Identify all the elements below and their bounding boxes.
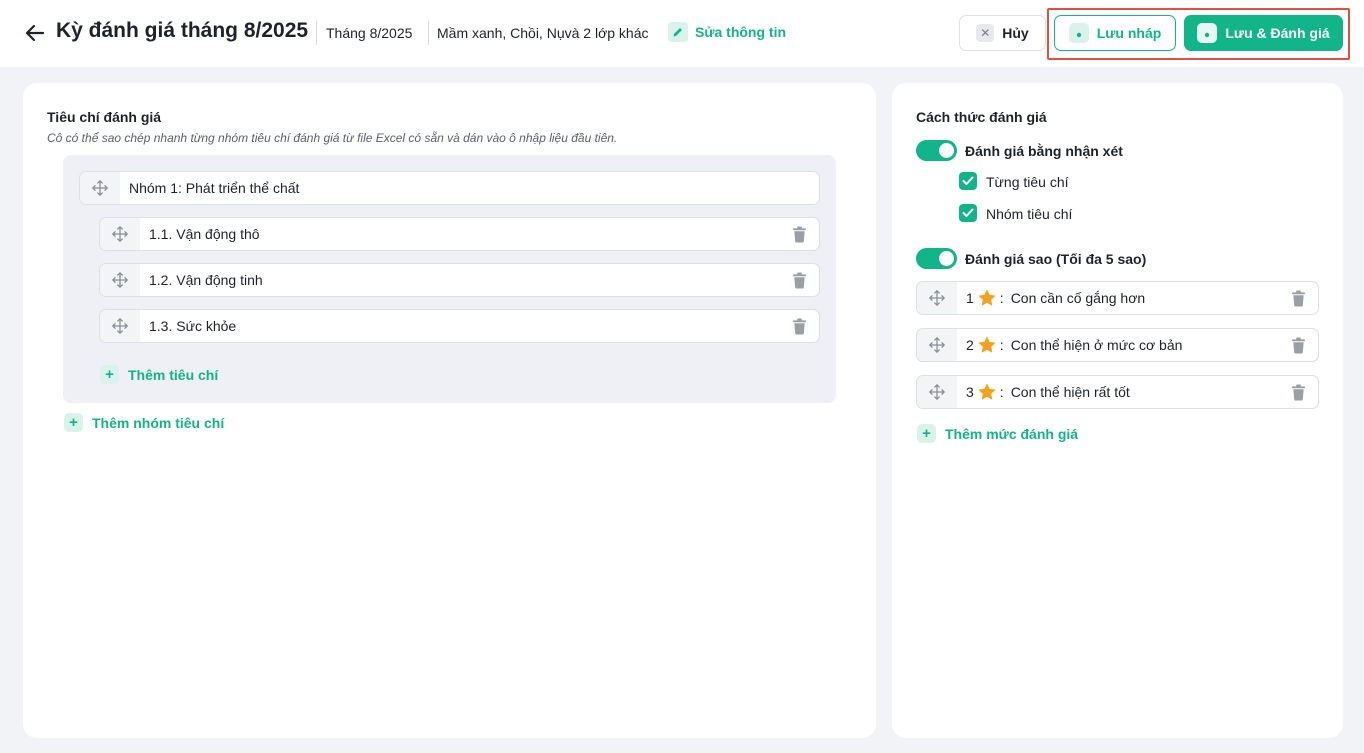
level-label: Con thể hiện ở mức cơ bản xyxy=(1010,337,1183,353)
level-number: 3 xyxy=(966,384,974,400)
star-icon xyxy=(978,383,996,401)
plus-icon: + xyxy=(100,365,119,384)
criteria-item-text: 1.2. Vận động tinh xyxy=(149,272,263,288)
trash-icon[interactable] xyxy=(779,310,819,342)
group-name-text: Nhóm 1: Phát triển thể chất xyxy=(129,180,300,196)
star-toggle[interactable] xyxy=(916,248,957,269)
divider xyxy=(428,21,429,45)
criteria-title: Tiêu chí đánh giá xyxy=(47,109,162,125)
check-label: Từng tiêu chí xyxy=(986,174,1069,190)
top-header: Kỳ đánh giá tháng 8/2025 Tháng 8/2025 Mầ… xyxy=(0,0,1364,67)
cancel-button-label: Hủy xyxy=(1002,25,1029,41)
level-number: 2 xyxy=(966,337,974,353)
drag-handle-icon[interactable] xyxy=(917,376,957,408)
save-icon xyxy=(1068,23,1089,43)
rating-level[interactable]: 3 : Con thể hiện rất tốt xyxy=(916,375,1319,409)
drag-handle-icon[interactable] xyxy=(917,282,957,314)
cancel-button[interactable]: ✕ Hủy xyxy=(959,15,1046,51)
classes-label: Mầm xanh, Chồi, Nụvà 2 lớp khác xyxy=(437,25,649,41)
check-label: Nhóm tiêu chí xyxy=(986,206,1073,222)
method-title: Cách thức đánh giá xyxy=(916,109,1047,125)
level-label: Con cần cố gắng hơn xyxy=(1010,290,1146,306)
level-label: Con thể hiện rất tốt xyxy=(1010,384,1130,400)
save-draft-button[interactable]: Lưu nháp xyxy=(1054,15,1176,51)
add-criteria-group-label: Thêm nhóm tiêu chí xyxy=(92,414,225,431)
save-draft-label: Lưu nháp xyxy=(1096,25,1162,41)
drag-handle-icon[interactable] xyxy=(100,218,140,250)
method-panel: Cách thức đánh giá Đánh giá bằng nhận xé… xyxy=(892,83,1343,738)
add-rating-level-label: Thêm mức đánh giá xyxy=(945,425,1079,442)
drag-handle-icon[interactable] xyxy=(80,172,120,204)
save-and-evaluate-button[interactable]: Lưu & Đánh giá xyxy=(1184,15,1343,51)
star-icon xyxy=(978,336,996,354)
trash-icon[interactable] xyxy=(1278,376,1318,408)
plus-icon: + xyxy=(64,413,83,432)
add-rating-level-button[interactable]: + Thêm mức đánh giá xyxy=(917,424,1078,443)
level-number: 1 xyxy=(966,290,974,306)
criteria-item[interactable]: 1.1. Vận động thô xyxy=(99,217,820,251)
edit-info-link[interactable]: Sửa thông tin xyxy=(668,22,786,42)
checkmark-icon xyxy=(962,208,974,217)
pencil-icon xyxy=(668,22,688,42)
checkbox-each-criteria[interactable] xyxy=(959,172,977,190)
rating-level[interactable]: 1 : Con cần cố gắng hơn xyxy=(916,281,1319,315)
divider xyxy=(316,21,317,45)
checkbox-criteria-group[interactable] xyxy=(959,204,977,222)
comment-toggle[interactable] xyxy=(916,140,957,161)
drag-handle-icon[interactable] xyxy=(100,264,140,296)
checkmark-icon xyxy=(962,176,974,185)
comment-toggle-label: Đánh giá bằng nhận xét xyxy=(965,143,1123,159)
period-label: Tháng 8/2025 xyxy=(326,25,413,41)
edit-info-label: Sửa thông tin xyxy=(695,24,787,40)
trash-icon[interactable] xyxy=(1278,329,1318,361)
criteria-item-text: 1.1. Vận động thô xyxy=(149,226,260,242)
save-icon xyxy=(1197,23,1218,43)
trash-icon[interactable] xyxy=(779,264,819,296)
trash-icon[interactable] xyxy=(779,218,819,250)
add-criteria-button[interactable]: + Thêm tiêu chí xyxy=(100,365,218,384)
back-arrow-icon[interactable] xyxy=(22,20,48,46)
group-name-field[interactable]: Nhóm 1: Phát triển thể chất xyxy=(79,171,820,205)
add-criteria-label: Thêm tiêu chí xyxy=(128,366,219,383)
save-and-evaluate-label: Lưu & Đánh giá xyxy=(1225,25,1330,41)
drag-handle-icon[interactable] xyxy=(100,310,140,342)
criteria-item[interactable]: 1.3. Sức khỏe xyxy=(99,309,820,343)
criteria-item-text: 1.3. Sức khỏe xyxy=(149,318,237,334)
rating-level[interactable]: 2 : Con thể hiện ở mức cơ bản xyxy=(916,328,1319,362)
add-criteria-group-button[interactable]: + Thêm nhóm tiêu chí xyxy=(64,413,224,432)
trash-icon[interactable] xyxy=(1278,282,1318,314)
criteria-panel: Tiêu chí đánh giá Cô có thể sao chép nha… xyxy=(23,83,876,738)
close-icon: ✕ xyxy=(976,24,995,42)
star-icon xyxy=(978,289,996,307)
criteria-item[interactable]: 1.2. Vận động tinh xyxy=(99,263,820,297)
criteria-subtitle: Cô có thể sao chép nhanh từng nhóm tiêu … xyxy=(47,131,618,145)
star-toggle-label: Đánh giá sao (Tối đa 5 sao) xyxy=(965,251,1147,267)
drag-handle-icon[interactable] xyxy=(917,329,957,361)
page-title: Kỳ đánh giá tháng 8/2025 xyxy=(56,19,309,42)
plus-icon: + xyxy=(917,424,936,443)
